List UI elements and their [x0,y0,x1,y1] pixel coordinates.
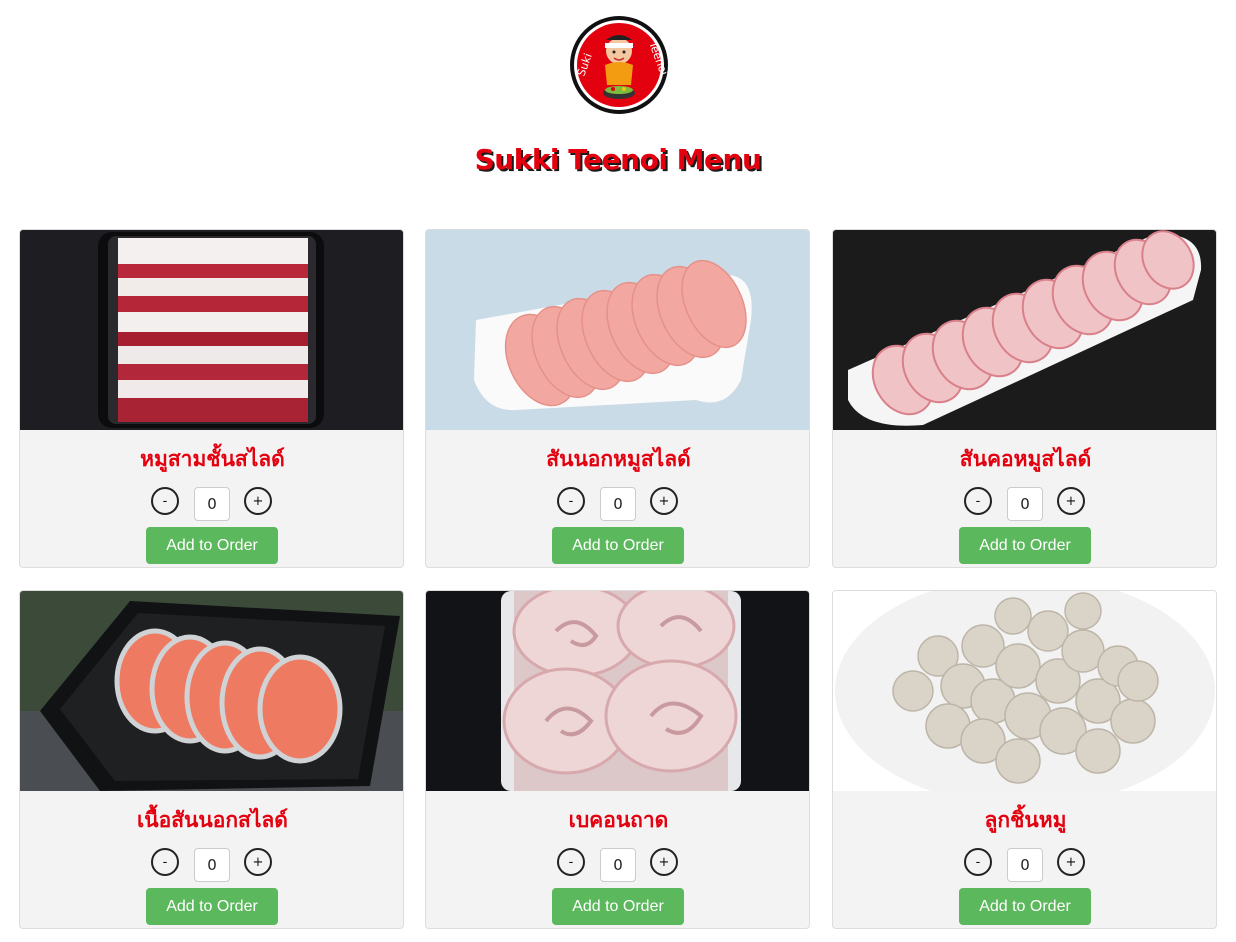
increase-quantity-button[interactable]: + [244,848,272,876]
quantity-input[interactable]: 0 [1007,487,1043,521]
quantity-control: - 0 + [833,848,1216,884]
increase-quantity-button[interactable]: + [650,848,678,876]
decrease-quantity-button[interactable]: - [151,487,179,515]
quantity-input[interactable]: 0 [1007,848,1043,882]
page-title: Sukki Teenoi Menu [474,143,762,176]
menu-item-name: เนื้อสันนอกสไลด์ [137,808,288,832]
menu-item-name: สันคอหมูสไลด์ [959,447,1092,471]
menu-card: เนื้อสันนอกสไลด์ - 0 + Add to Order [19,590,404,929]
decrease-quantity-button[interactable]: - [151,848,179,876]
decrease-quantity-button[interactable]: - [964,848,992,876]
quantity-control: - 0 + [20,848,403,884]
quantity-control: - 0 + [833,487,1216,523]
menu-item-name: ลูกชิ้นหมู [984,808,1067,832]
menu-item-photo [833,591,1216,791]
add-to-order-button[interactable]: Add to Order [959,527,1091,564]
quantity-control: - 0 + [426,848,809,884]
increase-quantity-button[interactable]: + [1057,487,1085,515]
increase-quantity-button[interactable]: + [244,487,272,515]
menu-item-photo [20,230,403,430]
increase-quantity-button[interactable]: + [650,487,678,515]
menu-item-photo [833,230,1216,430]
add-to-order-button[interactable]: Add to Order [552,888,684,925]
menu-item-photo [20,591,403,791]
decrease-quantity-button[interactable]: - [557,848,585,876]
add-to-order-button[interactable]: Add to Order [146,888,278,925]
menu-card: หมูสามชั้นสไลด์ - 0 + Add to Order [19,229,404,568]
menu-card: เบคอนถาด - 0 + Add to Order [425,590,810,929]
quantity-control: - 0 + [426,487,809,523]
decrease-quantity-button[interactable]: - [964,487,992,515]
restaurant-logo: Suki Teenoi [569,15,669,115]
quantity-input[interactable]: 0 [194,487,230,521]
add-to-order-button[interactable]: Add to Order [552,527,684,564]
add-to-order-button[interactable]: Add to Order [146,527,278,564]
menu-item-photo [426,230,809,430]
increase-quantity-button[interactable]: + [1057,848,1085,876]
menu-card: สันคอหมูสไลด์ - 0 + Add to Order [832,229,1217,568]
decrease-quantity-button[interactable]: - [557,487,585,515]
menu-item-photo [426,591,809,791]
menu-item-name: หมูสามชั้นสไลด์ [140,447,285,471]
quantity-control: - 0 + [20,487,403,523]
menu-card: สันนอกหมูสไลด์ - 0 + Add to Order [425,229,810,568]
quantity-input[interactable]: 0 [600,848,636,882]
header: Suki Teenoi Sukki Teenoi Menu [0,0,1236,200]
menu-item-name: สันนอกหมูสไลด์ [546,447,691,471]
quantity-input[interactable]: 0 [600,487,636,521]
menu-card: ลูกชิ้นหมู - 0 + Add to Order [832,590,1217,929]
add-to-order-button[interactable]: Add to Order [959,888,1091,925]
menu-item-name: เบคอนถาด [568,808,669,832]
quantity-input[interactable]: 0 [194,848,230,882]
